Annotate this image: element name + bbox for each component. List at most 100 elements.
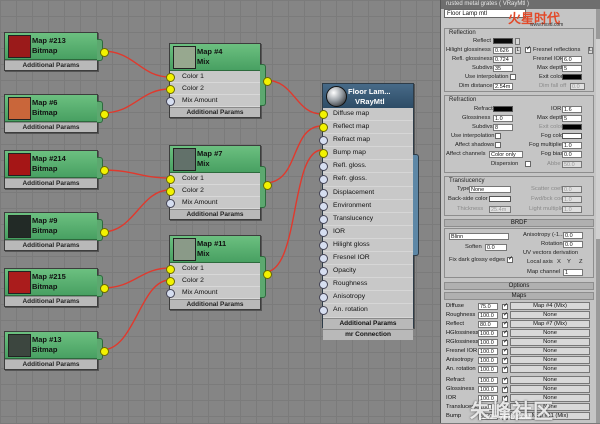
vraymtl-node-floor-lamp[interactable]: Floor Lam... VRayMtl Diffuse map Reflect… bbox=[319, 83, 419, 340]
additional-params-rollout[interactable]: Additional Params bbox=[5, 359, 97, 369]
bitmap-node-map13[interactable]: Map #13 Bitmap Additional Params bbox=[4, 331, 109, 370]
map-amount-field[interactable]: 100.0 bbox=[478, 386, 498, 393]
slot-color-1[interactable]: Color 1 bbox=[166, 71, 260, 83]
input-socket[interactable] bbox=[319, 293, 328, 303]
input-socket[interactable] bbox=[319, 306, 328, 316]
input-socket[interactable] bbox=[166, 85, 175, 94]
fog-color-swatch[interactable] bbox=[562, 133, 582, 139]
input-socket[interactable] bbox=[319, 110, 328, 119]
glossiness-field[interactable]: 1.0 bbox=[493, 115, 513, 122]
input-socket[interactable] bbox=[166, 73, 175, 82]
local-axis-radio[interactable]: Local axis bbox=[527, 259, 553, 265]
additional-params-rollout[interactable]: Additional Params bbox=[170, 209, 260, 219]
map-slot-button[interactable]: None bbox=[510, 376, 590, 384]
fwd-bck-coeff-field[interactable]: 1.0 bbox=[562, 196, 582, 203]
reflect-color-swatch[interactable] bbox=[493, 38, 513, 44]
input-socket[interactable] bbox=[319, 136, 328, 146]
input-socket[interactable] bbox=[166, 199, 175, 208]
exit-color-swatch[interactable] bbox=[562, 124, 582, 130]
additional-params-rollout[interactable]: Additional Params bbox=[323, 317, 413, 329]
slot-mix-amount[interactable]: Mix Amount bbox=[166, 197, 260, 209]
additional-params-rollout[interactable]: Additional Params bbox=[5, 122, 97, 132]
fix-dark-glossy-checkbox[interactable] bbox=[507, 255, 513, 263]
input-socket[interactable] bbox=[166, 289, 175, 298]
map-slot-button[interactable]: None bbox=[510, 311, 590, 319]
bitmap-node-map213[interactable]: Map #213 Bitmap Additional Params bbox=[4, 32, 109, 71]
map-slot-button[interactable]: Map #7 (Mix) bbox=[510, 320, 590, 328]
axis-y-radio[interactable]: Y bbox=[567, 259, 571, 265]
panel-scrollbar[interactable] bbox=[596, 9, 600, 423]
additional-params-rollout[interactable]: Additional Params bbox=[5, 296, 97, 306]
output-socket[interactable] bbox=[100, 110, 109, 119]
anisotropy-field[interactable]: 0.0 bbox=[563, 232, 583, 239]
mr-connection-rollout[interactable]: mr Connection bbox=[323, 328, 413, 340]
ior-field[interactable]: 1.6 bbox=[562, 106, 582, 113]
axis-z-radio[interactable]: Z bbox=[579, 259, 583, 265]
use-interpolation-checkbox[interactable] bbox=[510, 74, 516, 80]
map-channel-field[interactable]: 1 bbox=[563, 269, 583, 276]
additional-params-rollout[interactable]: Additional Params bbox=[170, 107, 260, 117]
affect-shadows-checkbox[interactable] bbox=[495, 142, 501, 148]
scatter-coeff-field[interactable]: 0.0 bbox=[562, 186, 582, 193]
soften-field[interactable]: 0.0 bbox=[485, 244, 507, 251]
fog-multiplier-field[interactable]: 1.0 bbox=[562, 142, 582, 149]
input-socket[interactable] bbox=[319, 267, 328, 277]
map-slot-button[interactable]: None bbox=[510, 365, 590, 373]
back-side-color-swatch[interactable] bbox=[489, 196, 511, 202]
input-socket[interactable] bbox=[166, 265, 175, 274]
use-interpolation-checkbox[interactable] bbox=[495, 133, 501, 139]
slot-color-2[interactable]: Color 2 bbox=[166, 275, 260, 287]
slot-color-2[interactable]: Color 2 bbox=[166, 185, 260, 197]
reflect-map-button[interactable] bbox=[515, 38, 520, 45]
input-socket[interactable] bbox=[319, 162, 328, 172]
input-socket[interactable] bbox=[319, 240, 328, 250]
dim-falloff-field[interactable]: 0.0 bbox=[570, 83, 585, 90]
slot-translucency[interactable]: Translucency bbox=[319, 213, 413, 226]
max-depth-field[interactable]: 5 bbox=[562, 65, 582, 72]
slot-hilight-gloss[interactable]: Hilight gloss bbox=[319, 239, 413, 253]
input-socket[interactable] bbox=[166, 175, 175, 184]
additional-params-rollout[interactable]: Additional Params bbox=[5, 60, 97, 70]
map-amount-field[interactable]: 100.0 bbox=[478, 357, 498, 364]
input-socket[interactable] bbox=[319, 280, 328, 290]
map-amount-field[interactable]: 75.0 bbox=[478, 303, 498, 310]
rotation-field[interactable]: 0.0 bbox=[563, 241, 583, 248]
map-slot-button[interactable]: None bbox=[510, 338, 590, 346]
bitmap-node-map9[interactable]: Map #9 Bitmap Additional Params bbox=[4, 212, 109, 251]
brdf-rollout-header[interactable]: BRDF bbox=[444, 219, 594, 227]
map-enable-checkbox[interactable] bbox=[502, 376, 508, 384]
subdivs-field[interactable]: 8 bbox=[493, 124, 513, 131]
hilight-glossiness-field[interactable]: 0.626 bbox=[493, 47, 513, 54]
input-socket[interactable] bbox=[319, 214, 328, 224]
mix-node-map11[interactable]: Map #11 Mix Color 1 Color 2 Mix Amount A… bbox=[166, 235, 272, 310]
map-enable-checkbox[interactable] bbox=[502, 329, 508, 337]
slot-color-2[interactable]: Color 2 bbox=[166, 83, 260, 95]
additional-params-rollout[interactable]: Additional Params bbox=[170, 299, 260, 309]
output-socket[interactable] bbox=[100, 228, 109, 237]
slot-color-1[interactable]: Color 1 bbox=[166, 263, 260, 275]
slot-reflect-map[interactable]: Reflect map bbox=[319, 121, 413, 135]
slot-ior[interactable]: IOR bbox=[319, 226, 413, 239]
map-amount-field[interactable]: 100.0 bbox=[478, 339, 498, 346]
map-amount-field[interactable]: 100.0 bbox=[478, 348, 498, 355]
max-depth-field[interactable]: 5 bbox=[562, 115, 582, 122]
light-multiplier-field[interactable]: 1.0 bbox=[562, 206, 582, 213]
map-enable-checkbox[interactable] bbox=[502, 347, 508, 355]
input-socket[interactable] bbox=[319, 149, 328, 159]
map-slot-button[interactable]: None bbox=[510, 329, 590, 337]
maps-rollout-header[interactable]: Maps bbox=[444, 292, 594, 300]
fresnel-lock-button[interactable]: L bbox=[588, 47, 593, 54]
bitmap-node-map215[interactable]: Map #215 Bitmap Additional Params bbox=[4, 268, 109, 307]
slot-color-1[interactable]: Color 1 bbox=[166, 173, 260, 185]
slot-fresnel-ior[interactable]: Fresnel IOR bbox=[319, 252, 413, 266]
refl-glossiness-field[interactable]: 0.724 bbox=[493, 56, 513, 63]
map-amount-field[interactable]: 80.0 bbox=[478, 321, 498, 328]
slot-refract-map[interactable]: Refract map bbox=[319, 134, 413, 148]
lock-button[interactable]: L bbox=[515, 47, 521, 54]
brdf-type-dropdown[interactable]: Blinn bbox=[449, 233, 509, 240]
input-socket[interactable] bbox=[319, 201, 328, 211]
output-socket[interactable] bbox=[100, 166, 109, 175]
scrollbar-thumb[interactable] bbox=[596, 39, 600, 239]
slot-diffuse-map[interactable]: Diffuse map bbox=[319, 108, 413, 122]
input-socket[interactable] bbox=[319, 123, 328, 133]
